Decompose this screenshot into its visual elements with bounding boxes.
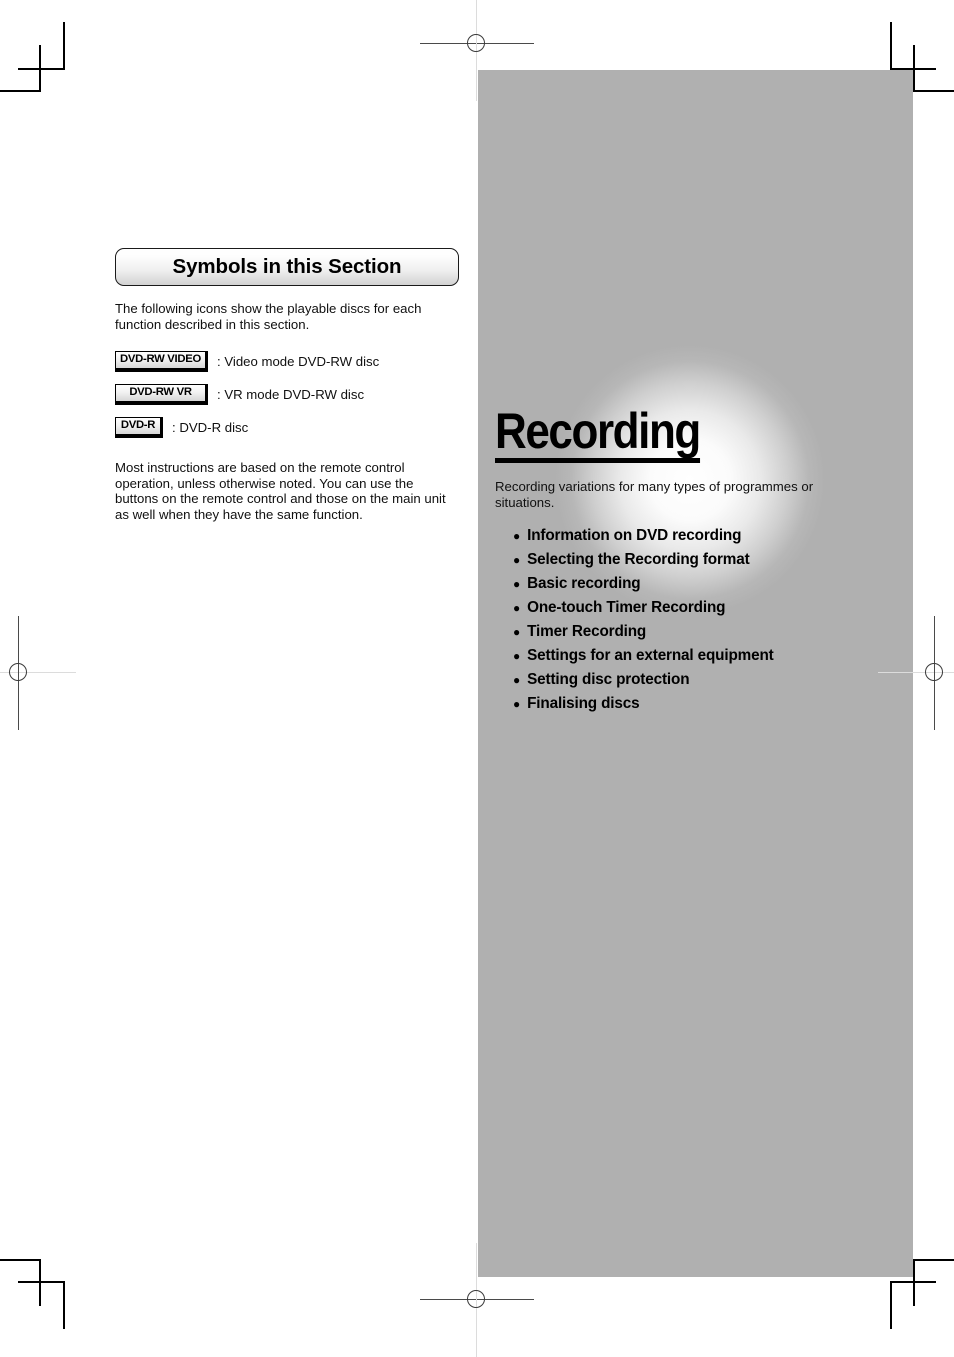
crop-mark-bottom-right-inner-h [913,1259,954,1261]
registration-circle [467,1290,485,1308]
dvd-r-caption: : DVD-R disc [172,419,249,435]
list-item-label: Timer Recording [527,623,647,640]
registration-circle [467,34,485,52]
list-item-label: Setting disc protection [527,671,690,688]
list-item-label: Information on DVD recording [527,527,742,544]
recording-subtitle: Recording variations for many types of p… [495,479,814,510]
dvd-rw-vr-caption: : VR mode DVD-RW disc [217,386,365,402]
recording-section: Recording Recording variations for many … [495,405,895,732]
crop-mark-bottom-right-inner-v [913,1260,915,1306]
recording-feature-list: ● Information on DVD recording ● Selecti… [513,524,895,716]
registration-mark-left [0,616,76,730]
disc-badge-row: DVD-RW VIDEO : Video mode DVD-RW disc [115,351,463,372]
registration-mark-top [420,0,534,101]
disc-badge-row: DVD-RW VR : VR mode DVD-RW disc [115,384,463,405]
crop-mark-bottom-left-outer-h [18,1281,65,1283]
list-item: ● Selecting the Recording format [513,548,895,572]
bullet-icon: ● [513,673,521,687]
list-item-label: Finalising discs [527,695,640,712]
bullet-icon: ● [513,553,521,567]
list-item: ● Timer Recording [513,620,895,644]
crop-mark-bottom-left-inner-v [39,1260,41,1306]
crop-mark-top-left-outer-v [63,22,65,69]
section-header-box: Symbols in this Section [115,248,459,286]
list-item-label: Settings for an external equipment [527,647,774,664]
crop-mark-bottom-left-inner-h [0,1259,41,1261]
bullet-icon: ● [513,529,521,543]
list-item-label: Basic recording [527,575,641,592]
section-header-title: Symbols in this Section [172,254,402,278]
crop-mark-bottom-right-outer-v [890,1282,892,1329]
registration-circle [925,663,943,681]
disc-badge-list: DVD-RW VIDEO : Video mode DVD-RW disc DV… [115,351,463,438]
list-item: ● Basic recording [513,572,895,596]
list-item: ● One-touch Timer Recording [513,596,895,620]
bullet-icon: ● [513,697,521,711]
dvd-r-badge-icon: DVD-R [115,417,163,438]
bullet-icon: ● [513,625,521,639]
recording-title-wrap: Recording [495,405,895,463]
list-item: ● Information on DVD recording [513,524,895,548]
registration-mark-right [878,616,954,730]
page-canvas: Symbols in this Section The following ic… [0,0,954,1357]
list-item: ● Settings for an external equipment [513,644,895,668]
dvd-rw-vr-badge-icon: DVD-RW VR [115,384,208,405]
bullet-icon: ● [513,601,521,615]
crop-mark-top-left-outer-h [18,68,65,70]
list-item: ● Setting disc protection [513,668,895,692]
symbols-section: Symbols in this Section The following ic… [115,248,463,535]
dvd-rw-video-caption: : Video mode DVD-RW disc [217,353,380,369]
dvd-rw-video-badge-icon: DVD-RW VIDEO [115,351,208,372]
disc-badge-row: DVD-R : DVD-R disc [115,417,463,438]
list-item-label: One-touch Timer Recording [527,599,726,616]
registration-mark-bottom [420,1243,534,1357]
crop-mark-bottom-left-outer-v [63,1282,65,1329]
crop-mark-top-right-inner-h [913,90,954,92]
list-item: ● Finalising discs [513,692,895,716]
remote-control-note: Most instructions are based on the remot… [115,460,446,522]
crop-mark-top-right-outer-v [890,22,892,69]
list-item-label: Selecting the Recording format [527,551,750,568]
crop-mark-top-right-inner-v [913,45,915,91]
page-title: Recording [495,405,701,463]
bullet-icon: ● [513,577,521,591]
bullet-icon: ● [513,649,521,663]
crop-mark-top-left-inner-v [39,45,41,91]
registration-circle [9,663,27,681]
crop-mark-top-left-inner-h [0,90,41,92]
intro-paragraph: The following icons show the playable di… [115,301,422,332]
